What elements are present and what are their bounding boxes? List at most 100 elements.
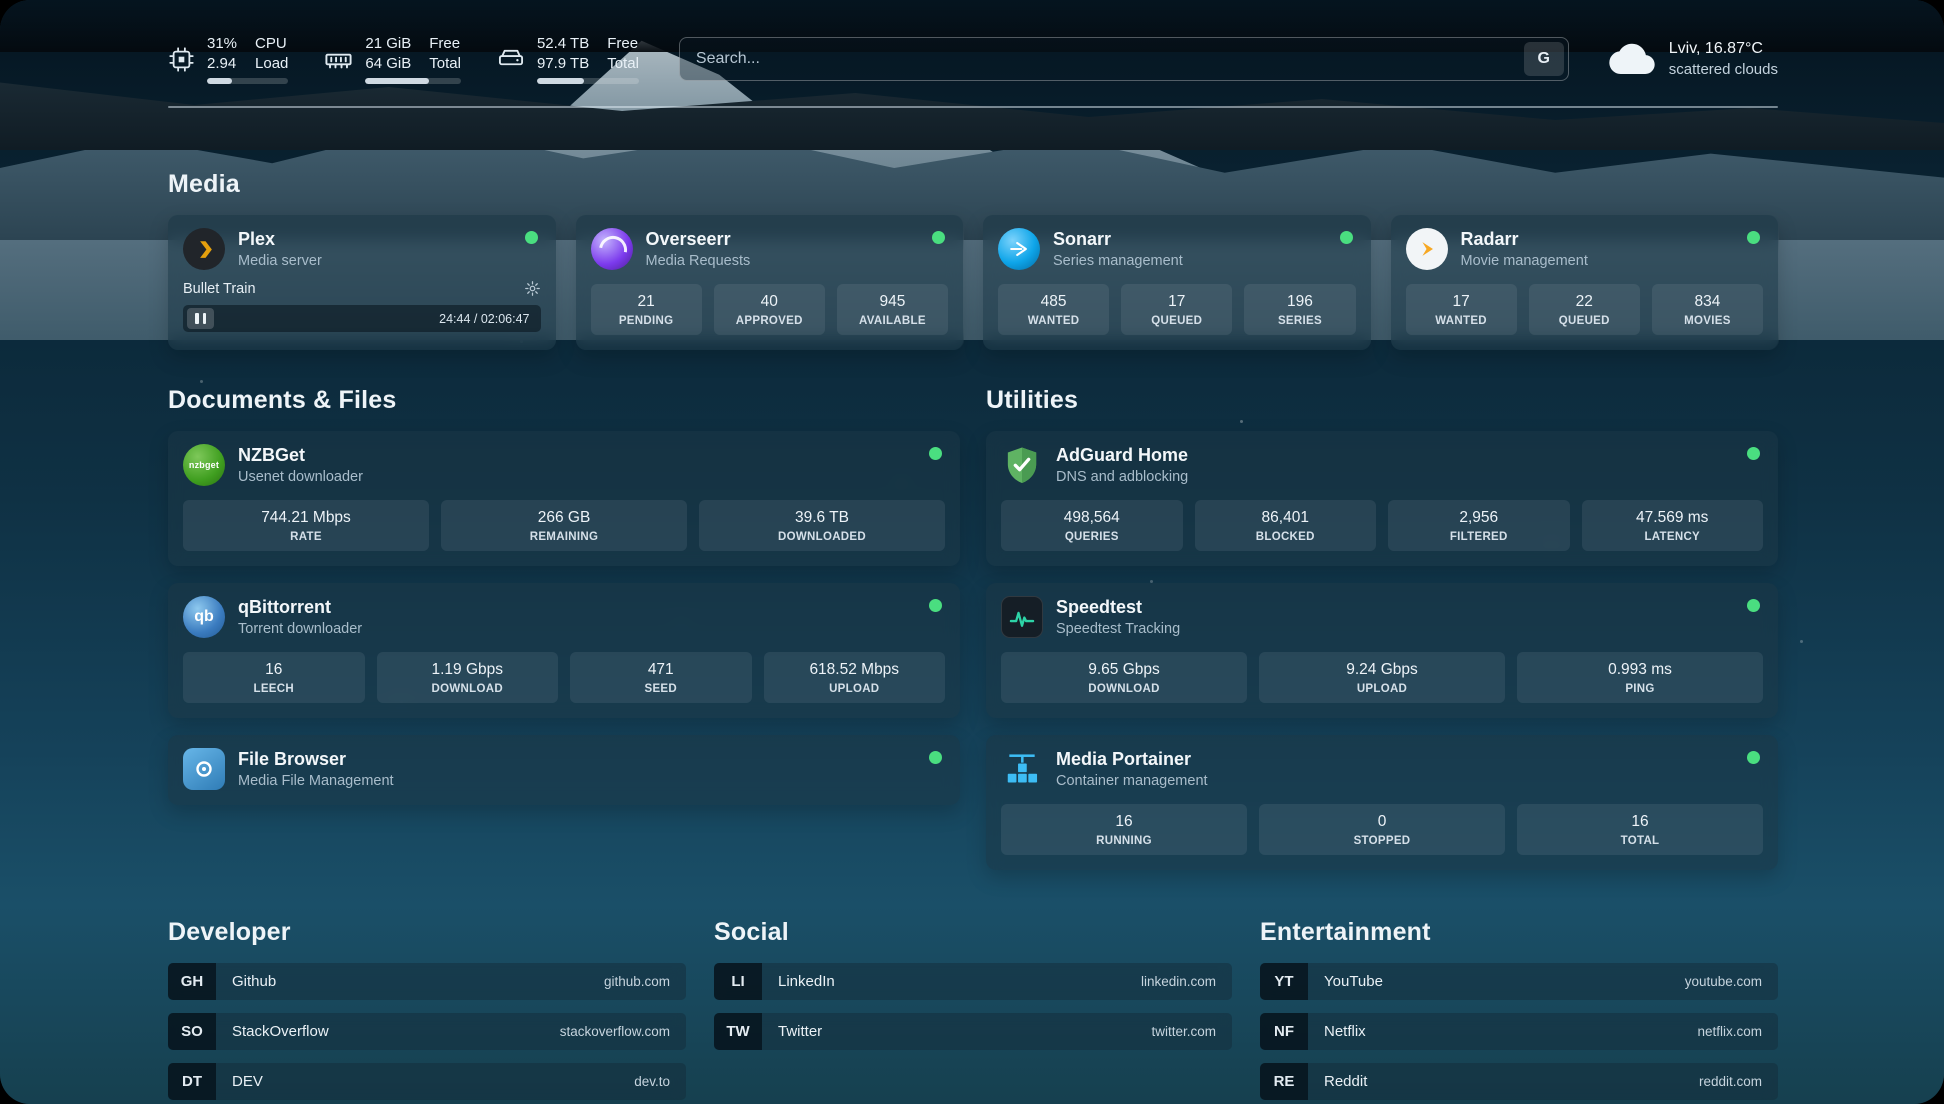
status-dot (1340, 231, 1353, 244)
speedtest-icon (1001, 596, 1043, 638)
section-title-developer: Developer (168, 918, 686, 947)
section-title-entertainment: Entertainment (1260, 918, 1778, 947)
stat-rate: 744.21 Mbps RATE (183, 500, 429, 551)
qbittorrent-icon: qb (183, 596, 225, 638)
bookmark-url: twitter.com (1151, 1024, 1216, 1039)
status-dot (525, 231, 538, 244)
disk-progress-bar (537, 78, 639, 84)
service-subtitle: Media server (238, 253, 322, 269)
section-entertainment: Entertainment YT YouTube youtube.com NF … (1260, 918, 1778, 1100)
cpu-progress-bar (207, 78, 288, 84)
status-dot (929, 447, 942, 460)
bookmark-url: github.com (604, 974, 670, 989)
bookmark-reddit[interactable]: RE Reddit reddit.com (1260, 1063, 1778, 1100)
status-dot (1747, 231, 1760, 244)
stat-approved: 40 APPROVED (714, 284, 825, 335)
bookmark-dev[interactable]: DT DEV dev.to (168, 1063, 686, 1100)
playback-progress-bar[interactable]: 24:44 / 02:06:47 (183, 305, 541, 332)
memory-labels: Free Total (429, 34, 461, 73)
service-card-filebrowser[interactable]: File Browser Media File Management (168, 735, 960, 805)
homepage-dashboard: 31% 2.94 CPU Load (0, 0, 1944, 1104)
disk-widget: 52.4 TB 97.9 TB Free Total (497, 34, 639, 84)
bookmark-url: youtube.com (1685, 974, 1762, 989)
bookmark-abbr: NF (1260, 1013, 1308, 1050)
stat-wanted: 485 WANTED (998, 284, 1109, 335)
bookmark-abbr: YT (1260, 963, 1308, 1000)
stat-upload: 618.52 Mbps UPLOAD (764, 652, 946, 703)
bookmark-abbr: TW (714, 1013, 762, 1050)
section-title-documents: Documents & Files (168, 386, 960, 415)
status-dot (1747, 599, 1760, 612)
cpu-icon (168, 46, 195, 73)
stat-pending: 21 PENDING (591, 284, 702, 335)
search-input[interactable] (679, 37, 1569, 81)
bookmark-name: LinkedIn (778, 973, 835, 990)
service-name: Sonarr (1053, 229, 1183, 251)
disk-values: 52.4 TB 97.9 TB (537, 34, 589, 73)
bookmark-twitter[interactable]: TW Twitter twitter.com (714, 1013, 1232, 1050)
service-card-portainer[interactable]: Media Portainer Container management 16 … (986, 735, 1778, 870)
bookmark-name: Github (232, 973, 276, 990)
stat-latency: 47.569 ms LATENCY (1582, 500, 1764, 551)
memory-widget: 21 GiB 64 GiB Free Total (324, 34, 461, 84)
status-dot (932, 231, 945, 244)
stat-download: 9.65 Gbps DOWNLOAD (1001, 652, 1247, 703)
bookmark-linkedin[interactable]: LI LinkedIn linkedin.com (714, 963, 1232, 1000)
service-name: qBittorrent (238, 597, 362, 619)
bookmark-url: linkedin.com (1141, 974, 1216, 989)
cpu-values: 31% 2.94 (207, 34, 237, 73)
bookmark-url: netflix.com (1697, 1024, 1762, 1039)
weather-condition: scattered clouds (1669, 60, 1778, 80)
gear-icon[interactable] (524, 280, 541, 297)
service-subtitle: Usenet downloader (238, 469, 363, 485)
plex-icon (183, 228, 225, 270)
service-card-sonarr[interactable]: Sonarr Series management 485 WANTED 17 Q… (983, 215, 1371, 350)
service-card-plex[interactable]: Plex Media server Bullet Train (168, 215, 556, 350)
service-card-overseerr[interactable]: Overseerr Media Requests 21 PENDING 40 A… (576, 215, 964, 350)
disk-icon (497, 45, 525, 73)
cpu-widget: 31% 2.94 CPU Load (168, 34, 288, 84)
memory-icon (324, 45, 353, 74)
bookmark-name: DEV (232, 1073, 263, 1090)
stat-running: 16 RUNNING (1001, 804, 1247, 855)
sonarr-icon (998, 228, 1040, 270)
service-subtitle: Series management (1053, 253, 1183, 269)
plex-now-playing: Bullet Train 24:44 / 02:06:47 (183, 280, 541, 332)
service-subtitle: DNS and adblocking (1056, 469, 1188, 485)
cpu-labels: CPU Load (255, 34, 288, 73)
bookmark-netflix[interactable]: NF Netflix netflix.com (1260, 1013, 1778, 1050)
service-subtitle: Container management (1056, 773, 1208, 789)
stat-movies: 834 MOVIES (1652, 284, 1763, 335)
service-card-speedtest[interactable]: Speedtest Speedtest Tracking 9.65 Gbps D… (986, 583, 1778, 718)
search-bar: G (679, 37, 1569, 81)
service-name: Radarr (1461, 229, 1588, 251)
service-subtitle: Speedtest Tracking (1056, 621, 1180, 637)
bookmark-abbr: DT (168, 1063, 216, 1100)
service-card-adguard[interactable]: AdGuard Home DNS and adblocking 498,564 … (986, 431, 1778, 566)
stat-remaining: 266 GB REMAINING (441, 500, 687, 551)
disk-labels: Free Total (607, 34, 639, 73)
service-name: AdGuard Home (1056, 445, 1188, 467)
service-subtitle: Torrent downloader (238, 621, 362, 637)
stat-leech: 16 LEECH (183, 652, 365, 703)
section-title-social: Social (714, 918, 1232, 947)
portainer-icon (1001, 748, 1043, 790)
stat-seed: 471 SEED (570, 652, 752, 703)
service-name: Overseerr (646, 229, 751, 251)
service-card-radarr[interactable]: Radarr Movie management 17 WANTED 22 QUE… (1391, 215, 1779, 350)
bookmark-youtube[interactable]: YT YouTube youtube.com (1260, 963, 1778, 1000)
service-name: Plex (238, 229, 322, 251)
service-card-nzbget[interactable]: nzbget NZBGet Usenet downloader 744.21 M… (168, 431, 960, 566)
service-name: File Browser (238, 749, 394, 771)
bookmark-abbr: SO (168, 1013, 216, 1050)
search-provider-button[interactable]: G (1524, 42, 1564, 76)
bookmark-stackoverflow[interactable]: SO StackOverflow stackoverflow.com (168, 1013, 686, 1050)
section-social: Social LI LinkedIn linkedin.com TW Twitt… (714, 918, 1232, 1100)
bookmark-github[interactable]: GH Github github.com (168, 963, 686, 1000)
bookmark-name: Twitter (778, 1023, 822, 1040)
pause-icon[interactable] (187, 308, 214, 329)
stat-queries: 498,564 QUERIES (1001, 500, 1183, 551)
service-card-qbittorrent[interactable]: qb qBittorrent Torrent downloader 16 (168, 583, 960, 718)
stat-queued: 17 QUEUED (1121, 284, 1232, 335)
service-subtitle: Movie management (1461, 253, 1588, 269)
